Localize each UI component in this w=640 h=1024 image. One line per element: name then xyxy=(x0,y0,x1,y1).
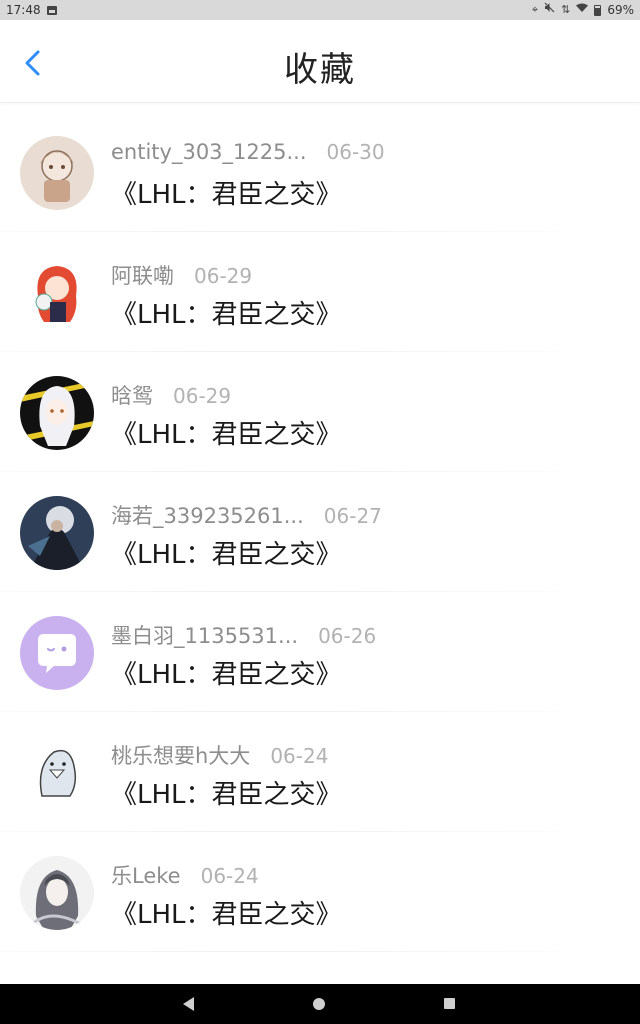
item-meta: 桃乐想要h大大 06-24 xyxy=(111,740,328,770)
work-title[interactable]: 《LHL：君臣之交》 xyxy=(111,654,342,691)
username[interactable]: 海若_339235261... xyxy=(111,500,304,530)
header: 收藏 xyxy=(0,20,640,103)
navigation-bar xyxy=(0,984,640,1024)
work-title[interactable]: 《LHL：君臣之交》 xyxy=(111,414,342,451)
work-title[interactable]: 《LHL：君臣之交》 xyxy=(111,534,342,571)
item-meta: 乐Leke 06-24 xyxy=(111,860,259,890)
list-item[interactable]: 晗鸳 06-29 《LHL：君臣之交》 xyxy=(0,352,640,472)
status-bar: 17:48 ⌖ ⇅ 69% xyxy=(0,0,640,20)
list-item[interactable]: 墨白羽_1135531... 06-26 《LHL：君臣之交》 xyxy=(0,592,640,712)
list-item[interactable]: 桃乐想要h大大 06-24 《LHL：君臣之交》 xyxy=(0,712,640,832)
home-circle-icon[interactable] xyxy=(313,998,325,1010)
date: 06-30 xyxy=(326,140,385,164)
avatar[interactable] xyxy=(20,136,94,210)
wifi-icon xyxy=(576,0,589,20)
work-title[interactable]: 《LHL：君臣之交》 xyxy=(111,294,342,331)
avatar[interactable] xyxy=(20,256,94,330)
recents-square-icon[interactable] xyxy=(444,998,455,1009)
clock: 17:48 xyxy=(6,3,41,17)
battery-level: 69% xyxy=(607,3,634,17)
avatar[interactable] xyxy=(20,616,94,690)
image-icon xyxy=(46,5,57,15)
work-title[interactable]: 《LHL：君臣之交》 xyxy=(111,774,342,811)
date: 06-26 xyxy=(318,624,377,648)
battery-icon xyxy=(594,4,602,16)
avatar[interactable] xyxy=(20,856,94,930)
date: 06-29 xyxy=(194,264,253,288)
avatar[interactable] xyxy=(20,496,94,570)
username[interactable]: 桃乐想要h大大 xyxy=(111,740,250,770)
location-icon: ⌖ xyxy=(531,3,539,16)
list-item[interactable]: 乐Leke 06-24 《LHL：君臣之交》 xyxy=(0,832,640,952)
avatar[interactable] xyxy=(20,736,94,810)
date: 06-24 xyxy=(270,744,329,768)
item-meta: 晗鸳 06-29 xyxy=(111,380,231,410)
list-item[interactable]: 海若_339235261... 06-27 《LHL：君臣之交》 xyxy=(0,472,640,592)
username[interactable]: 墨白羽_1135531... xyxy=(111,620,298,650)
item-meta: 海若_339235261... 06-27 xyxy=(111,500,382,530)
item-meta: 墨白羽_1135531... 06-26 xyxy=(111,620,376,650)
username[interactable]: entity_303_1225... xyxy=(111,140,307,164)
username[interactable]: 晗鸳 xyxy=(111,380,153,410)
status-bar-right: ⌖ ⇅ 69% xyxy=(532,0,634,20)
mute-icon xyxy=(544,0,555,20)
item-meta: entity_303_1225... 06-30 xyxy=(111,140,385,164)
page-title: 收藏 xyxy=(284,50,356,90)
work-title[interactable]: 《LHL：君臣之交》 xyxy=(111,174,342,211)
date: 06-27 xyxy=(323,504,382,528)
list-item[interactable]: entity_303_1225... 06-30 《LHL：君臣之交》 xyxy=(0,112,640,232)
item-meta: 阿联嘞 06-29 xyxy=(111,260,252,290)
favorites-list: entity_303_1225... 06-30 《LHL：君臣之交》 阿联嘞 … xyxy=(0,112,640,952)
work-title[interactable]: 《LHL：君臣之交》 xyxy=(111,894,342,931)
avatar[interactable] xyxy=(20,376,94,450)
list-item[interactable]: 阿联嘞 06-29 《LHL：君臣之交》 xyxy=(0,232,640,352)
status-bar-left: 17:48 xyxy=(6,0,57,20)
username[interactable]: 乐Leke xyxy=(111,860,181,890)
data-arrows-icon: ⇅ xyxy=(561,3,571,16)
date: 06-29 xyxy=(173,384,232,408)
date: 06-24 xyxy=(200,864,259,888)
back-triangle-icon[interactable] xyxy=(183,997,194,1011)
username[interactable]: 阿联嘞 xyxy=(111,260,174,290)
